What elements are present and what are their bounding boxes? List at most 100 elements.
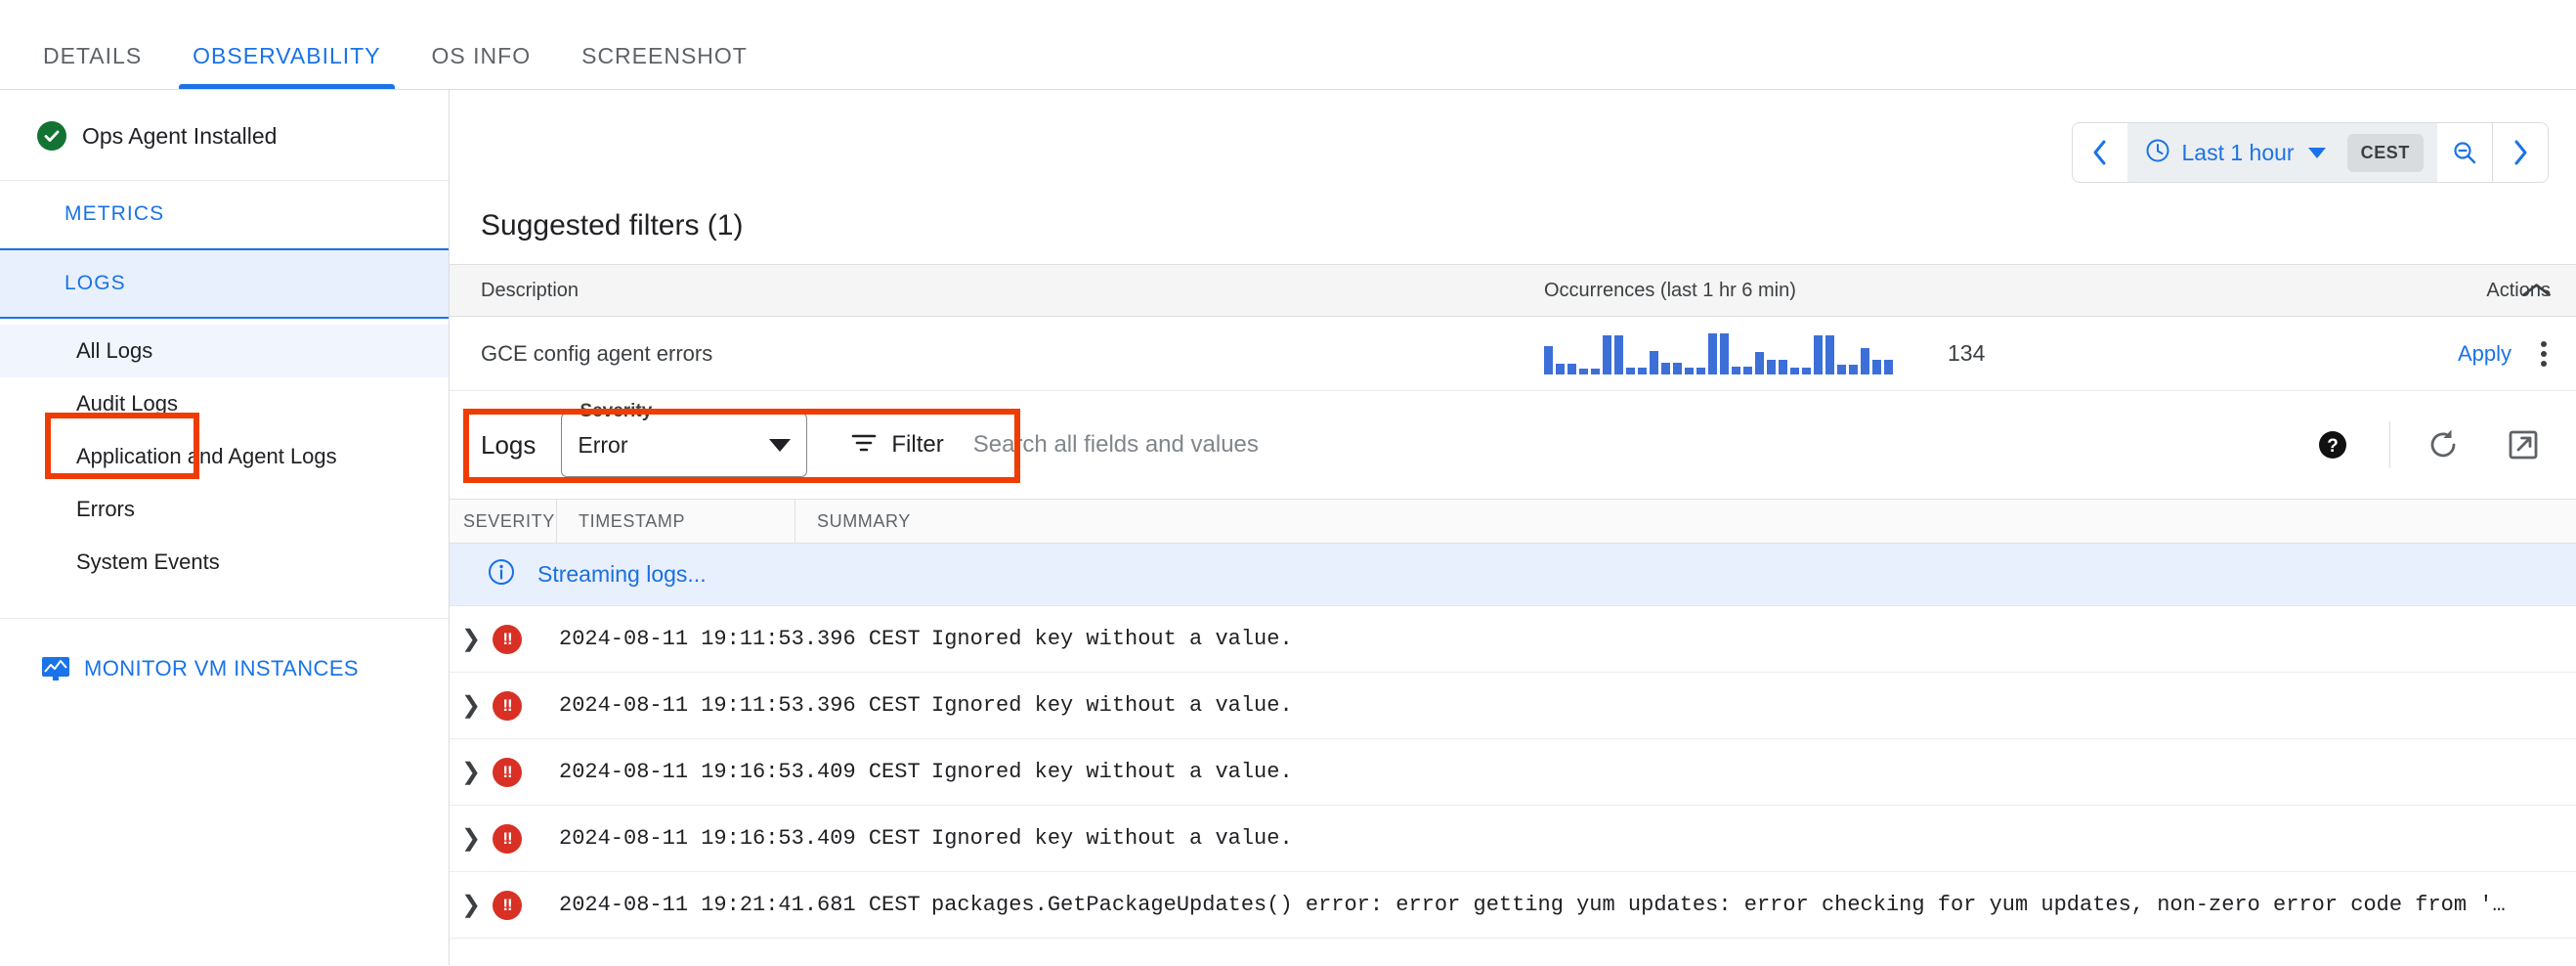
log-row[interactable]: ❯!!2024-08-11 19:11:53.396 CESTIgnored k… bbox=[450, 673, 2576, 739]
sparkline-bar bbox=[1661, 363, 1670, 374]
sparkline-bar bbox=[1732, 367, 1740, 374]
chevron-down-icon bbox=[769, 439, 791, 452]
severity-label: Severity bbox=[574, 401, 658, 422]
sparkline-bar bbox=[1708, 333, 1717, 374]
severity-select[interactable]: Severity Error bbox=[561, 413, 807, 477]
expand-row-icon[interactable]: ❯ bbox=[450, 758, 493, 786]
sidebar-subnav: All Logs Audit Logs Application and Agen… bbox=[0, 319, 449, 589]
sparkline-bar bbox=[1755, 352, 1764, 373]
column-header-summary: SUMMARY bbox=[795, 499, 2576, 544]
search-input[interactable] bbox=[971, 430, 1558, 460]
tab-os-info[interactable]: OS INFO bbox=[407, 45, 557, 89]
sparkline-bar bbox=[1825, 335, 1834, 373]
log-summary: Ignored key without a value. bbox=[927, 627, 2576, 651]
clock-icon bbox=[2145, 138, 2170, 168]
time-range-toolbar: Last 1 hour CEST bbox=[450, 90, 2576, 184]
expand-row-icon[interactable]: ❯ bbox=[450, 625, 493, 653]
column-header-occurrences: Occurrences (last 1 hr 6 min) bbox=[1485, 280, 2332, 302]
sparkline-bar bbox=[1638, 368, 1647, 374]
sparkline-bar bbox=[1849, 365, 1858, 373]
sidebar-section-logs[interactable]: LOGS bbox=[0, 248, 449, 319]
sparkline-bar bbox=[1720, 333, 1729, 374]
column-header-severity: SEVERITY bbox=[450, 499, 557, 544]
zoom-out-button[interactable] bbox=[2437, 123, 2492, 182]
chevron-down-icon bbox=[2308, 148, 2326, 158]
suggested-filters-title: Suggested filters (1) bbox=[450, 184, 2576, 264]
tab-observability[interactable]: OBSERVABILITY bbox=[167, 45, 406, 89]
tab-screenshot[interactable]: SCREENSHOT bbox=[556, 45, 773, 89]
more-vert-icon[interactable] bbox=[2537, 337, 2551, 371]
filter-label: Filter bbox=[891, 431, 943, 459]
time-prev-button[interactable] bbox=[2073, 123, 2127, 182]
sparkline-bar bbox=[1790, 368, 1799, 374]
sparkline-bar bbox=[1696, 368, 1705, 374]
svg-text:?: ? bbox=[2327, 436, 2339, 457]
sparkline-bar bbox=[1872, 360, 1881, 373]
column-header-timestamp: TIMESTAMP bbox=[557, 499, 795, 544]
help-icon[interactable]: ? bbox=[2305, 417, 2360, 472]
sidebar-item-errors[interactable]: Errors bbox=[0, 483, 449, 536]
logs-label: Logs bbox=[481, 430, 536, 461]
monitor-vm-instances-label: MONITOR VM INSTANCES bbox=[84, 656, 359, 681]
log-timestamp: 2024-08-11 19:16:53.409 CEST bbox=[522, 760, 927, 784]
sparkline-bar bbox=[1802, 368, 1811, 374]
sidebar-item-application-and-agent-logs[interactable]: Application and Agent Logs bbox=[0, 430, 449, 483]
ops-agent-status: Ops Agent Installed bbox=[0, 90, 449, 181]
column-header-description: Description bbox=[450, 280, 1485, 302]
expand-row-icon[interactable]: ❯ bbox=[450, 691, 493, 720]
sparkline-bar bbox=[1814, 335, 1823, 373]
suggested-filter-actions: Apply bbox=[2332, 337, 2576, 371]
log-row[interactable]: ❯!!2024-08-11 19:16:53.409 CESTIgnored k… bbox=[450, 806, 2576, 872]
log-row[interactable]: ❯!!2024-08-11 19:16:53.409 CESTIgnored k… bbox=[450, 739, 2576, 806]
log-summary: Ignored key without a value. bbox=[927, 760, 2576, 784]
page-body: Ops Agent Installed METRICS LOGS All Log… bbox=[0, 90, 2576, 965]
suggested-filters-header: Description Occurrences (last 1 hr 6 min… bbox=[450, 264, 2576, 317]
sparkline-bar bbox=[1626, 368, 1635, 374]
time-next-button[interactable] bbox=[2493, 123, 2548, 182]
open-in-new-icon[interactable] bbox=[2496, 417, 2551, 472]
streaming-logs-text: Streaming logs... bbox=[537, 561, 707, 588]
sparkline-bar bbox=[1779, 360, 1787, 373]
refresh-icon[interactable] bbox=[2416, 417, 2470, 472]
log-table-header: SEVERITY TIMESTAMP SUMMARY bbox=[450, 499, 2576, 544]
timezone-chip[interactable]: CEST bbox=[2347, 134, 2424, 172]
sparkline-bar bbox=[1743, 367, 1752, 374]
apply-button[interactable]: Apply bbox=[2458, 341, 2512, 367]
sparkline-bar bbox=[1767, 360, 1776, 373]
sidebar-section-metrics[interactable]: METRICS bbox=[0, 181, 449, 248]
main-panel: Last 1 hour CEST Suggested filters (1) bbox=[450, 90, 2576, 965]
time-range-selector[interactable]: Last 1 hour CEST bbox=[2127, 123, 2438, 182]
sidebar-item-system-events[interactable]: System Events bbox=[0, 536, 449, 589]
severity-value: Error bbox=[578, 432, 627, 459]
time-range-control: Last 1 hour CEST bbox=[2072, 122, 2550, 183]
filter-button[interactable]: Filter bbox=[850, 431, 943, 460]
ops-agent-status-label: Ops Agent Installed bbox=[82, 123, 277, 150]
streaming-logs-banner: Streaming logs... bbox=[450, 544, 2576, 606]
check-circle-icon bbox=[37, 121, 66, 151]
log-row[interactable]: ❯!!2024-08-11 19:21:41.681 CESTpackages.… bbox=[450, 872, 2576, 939]
sparkline-bar bbox=[1544, 346, 1553, 374]
severity-error-icon: !! bbox=[493, 625, 522, 654]
suggested-filter-description: GCE config agent errors bbox=[450, 341, 1485, 367]
logs-toolbar: Logs Severity Error Filter ? bbox=[450, 391, 2576, 499]
expand-row-icon[interactable]: ❯ bbox=[450, 891, 493, 919]
monitor-vm-instances-link[interactable]: MONITOR VM INSTANCES bbox=[0, 619, 449, 681]
tab-details[interactable]: DETAILS bbox=[18, 45, 167, 89]
sidebar-item-all-logs[interactable]: All Logs bbox=[0, 325, 449, 377]
filter-icon bbox=[850, 431, 878, 460]
log-row[interactable]: ❯!!2024-08-11 19:11:53.396 CESTIgnored k… bbox=[450, 606, 2576, 673]
sparkline-bar bbox=[1884, 360, 1893, 373]
severity-error-icon: !! bbox=[493, 758, 522, 787]
sparkline-bar bbox=[1650, 351, 1658, 374]
sidebar: Ops Agent Installed METRICS LOGS All Log… bbox=[0, 90, 450, 965]
severity-error-icon: !! bbox=[493, 891, 522, 920]
sidebar-item-audit-logs[interactable]: Audit Logs bbox=[0, 377, 449, 430]
severity-error-icon: !! bbox=[493, 824, 522, 854]
log-summary: Ignored key without a value. bbox=[927, 826, 2576, 851]
expand-row-icon[interactable]: ❯ bbox=[450, 824, 493, 853]
sparkline-bar bbox=[1579, 369, 1588, 373]
log-summary: packages.GetPackageUpdates() error: erro… bbox=[927, 893, 2576, 917]
time-range-label: Last 1 hour bbox=[2182, 140, 2295, 166]
observability-page: DETAILS OBSERVABILITY OS INFO SCREENSHOT… bbox=[0, 0, 2576, 966]
sparkline-bar bbox=[1685, 368, 1694, 374]
